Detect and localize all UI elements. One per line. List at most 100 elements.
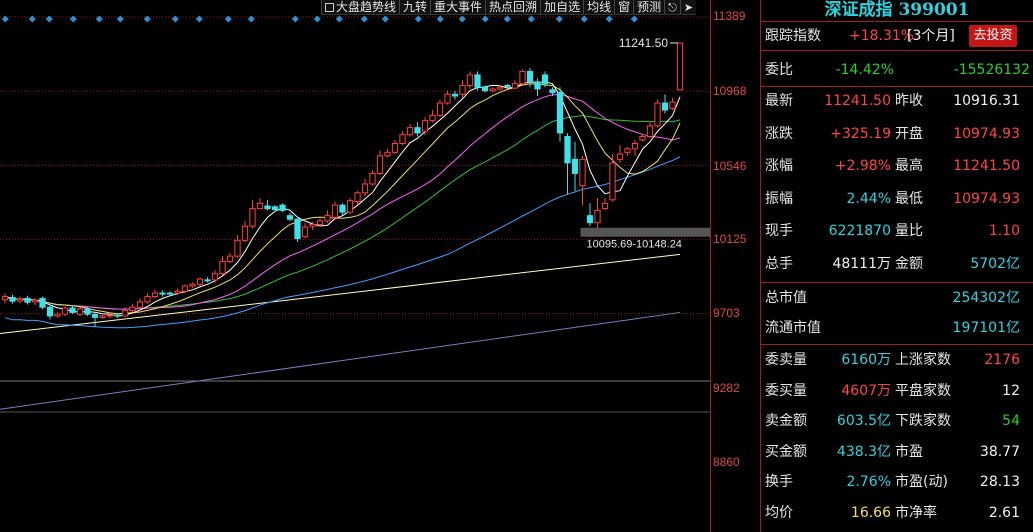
quote-row: 现手 6221870 量比 1.10 bbox=[761, 218, 1033, 244]
candle-body bbox=[91, 314, 99, 318]
toolbar-item-trend[interactable]: 大盘趋势线 bbox=[321, 0, 399, 14]
candle-body bbox=[99, 315, 106, 318]
candle-body bbox=[1, 296, 9, 301]
quote-label: 上涨家数 bbox=[895, 352, 951, 368]
candle-body bbox=[594, 209, 601, 224]
candle-body bbox=[129, 306, 136, 312]
mkt-cap-label: 总市值 bbox=[765, 290, 807, 306]
candle-body bbox=[61, 307, 69, 315]
quote-row: 涨幅 +2.98% 最高 11241.50 bbox=[761, 153, 1033, 179]
index-title: 深证成指 399001 bbox=[761, 0, 1033, 22]
candle-body bbox=[249, 208, 256, 227]
quote-row: 最新 11241.50 昨收 10916.31 bbox=[761, 88, 1033, 114]
event-marker bbox=[580, 15, 588, 23]
chart-toolbar: 大盘趋势线 九转 重大事件 热点回溯 加自选 均线 窗 预测 ⎋ ➤ bbox=[321, 0, 697, 15]
quote-label: 昨收 bbox=[895, 93, 923, 109]
quote-label: 最新 bbox=[765, 93, 793, 109]
candle-body bbox=[474, 74, 481, 88]
candle-body bbox=[451, 93, 459, 97]
candle-body bbox=[346, 200, 354, 213]
quote-value: 1.10 bbox=[988, 223, 1020, 239]
ma5-line bbox=[4, 81, 681, 317]
y-tick: 8860 bbox=[713, 455, 740, 469]
event-marker bbox=[247, 15, 255, 23]
event-marker bbox=[313, 15, 321, 23]
float-cap-label: 流通市值 bbox=[765, 320, 821, 336]
candle-body bbox=[76, 308, 84, 315]
toolbar-item-events[interactable]: 重大事件 bbox=[430, 0, 485, 14]
quote-label: 振幅 bbox=[765, 190, 793, 207]
checkbox-icon[interactable] bbox=[325, 3, 334, 12]
candle-body bbox=[616, 153, 624, 160]
toolbar-item-forecast[interactable]: 预测 bbox=[633, 0, 664, 14]
candle-body bbox=[609, 162, 616, 201]
candle-body bbox=[39, 297, 46, 308]
candle-body bbox=[579, 158, 586, 187]
kline-svg[interactable]: 11241.50 10095.69-10148.24 bbox=[0, 0, 710, 532]
range-label-bg bbox=[580, 227, 710, 237]
candle-body bbox=[331, 204, 339, 218]
y-tick: 10968 bbox=[713, 84, 747, 98]
event-marker bbox=[1, 15, 9, 23]
candle-body bbox=[106, 314, 114, 317]
candle-body bbox=[324, 215, 331, 222]
toolbar-item-jiuzhuan[interactable]: 九转 bbox=[399, 0, 430, 14]
quote-row: 均价 16.66 市净率 2.61 bbox=[761, 500, 1033, 526]
candle-body bbox=[226, 255, 234, 262]
candle-body bbox=[429, 114, 436, 122]
quote-value: +325.19 bbox=[830, 125, 891, 142]
quote-value: 6221870 bbox=[828, 223, 891, 239]
ma10-line bbox=[4, 83, 681, 315]
toolbar-item-window[interactable]: 窗 bbox=[614, 0, 633, 14]
quote-label: 现手 bbox=[765, 223, 793, 239]
ma60-line bbox=[4, 156, 681, 329]
candle-body bbox=[69, 307, 76, 313]
divider bbox=[761, 282, 1033, 283]
kline-chart[interactable]: 11241.50 10095.69-10148.24 bbox=[0, 0, 710, 532]
mkt-cap-row: 总市值 254302亿 bbox=[761, 285, 1033, 311]
candle-body bbox=[316, 220, 324, 225]
candle-body bbox=[669, 101, 676, 109]
ma120-line bbox=[0, 253, 681, 335]
candle-body bbox=[54, 313, 61, 317]
candle-body bbox=[16, 298, 24, 302]
y-tick: 9282 bbox=[713, 381, 740, 395]
weibi-diff: -15526132 bbox=[953, 62, 1030, 78]
quote-row: 振幅 2.44% 最低 10974.93 bbox=[761, 186, 1033, 212]
candle-body bbox=[196, 278, 204, 285]
lock-icon[interactable]: ⎋ bbox=[664, 0, 680, 14]
candle-body bbox=[309, 223, 316, 227]
candle-body bbox=[496, 86, 504, 90]
quote-label: 卖金额 bbox=[765, 413, 807, 430]
export-icon[interactable]: ➤ bbox=[679, 0, 696, 14]
invest-button[interactable]: 去投资 bbox=[969, 25, 1017, 47]
candle-body bbox=[504, 84, 511, 87]
quote-value: 11241.50 bbox=[824, 93, 891, 109]
float-cap-value: 197101亿 bbox=[952, 320, 1020, 336]
quote-panel: 深证成指 399001 跟踪指数 +18.31% [3个月] 去投资 委比 -1… bbox=[760, 0, 1033, 532]
float-cap-row: 流通市值 197101亿 bbox=[761, 315, 1033, 341]
candle-body bbox=[219, 260, 226, 275]
divider bbox=[761, 50, 1033, 51]
quote-value: 38.77 bbox=[979, 443, 1020, 460]
candle-body bbox=[211, 273, 219, 281]
quote-label: 买金额 bbox=[765, 443, 807, 460]
quote-row: 换手 2.76% 市盈(动) 28.13 bbox=[761, 469, 1033, 495]
mkt-cap-value: 254302亿 bbox=[952, 290, 1020, 306]
toolbar-item-add-favorite[interactable]: 加自选 bbox=[540, 0, 583, 14]
candle-body bbox=[489, 88, 496, 92]
candle-body bbox=[46, 306, 54, 317]
event-marker bbox=[481, 15, 489, 23]
quote-value: 11241.50 bbox=[953, 158, 1020, 174]
divider bbox=[761, 344, 1033, 345]
y-tick: 9703 bbox=[713, 306, 740, 320]
candle-body bbox=[459, 84, 466, 95]
quote-label: 均价 bbox=[765, 505, 793, 521]
candle-body bbox=[541, 74, 549, 85]
toolbar-item-hotspot[interactable]: 热点回溯 bbox=[485, 0, 540, 14]
quote-value: 4607万 bbox=[841, 382, 891, 399]
toolbar-item-ma[interactable]: 均线 bbox=[583, 0, 614, 14]
candle-body bbox=[189, 283, 196, 287]
price-axis: 11389 10968 10546 10125 9703 9282 8860 bbox=[710, 0, 760, 532]
candle-body bbox=[294, 218, 301, 240]
